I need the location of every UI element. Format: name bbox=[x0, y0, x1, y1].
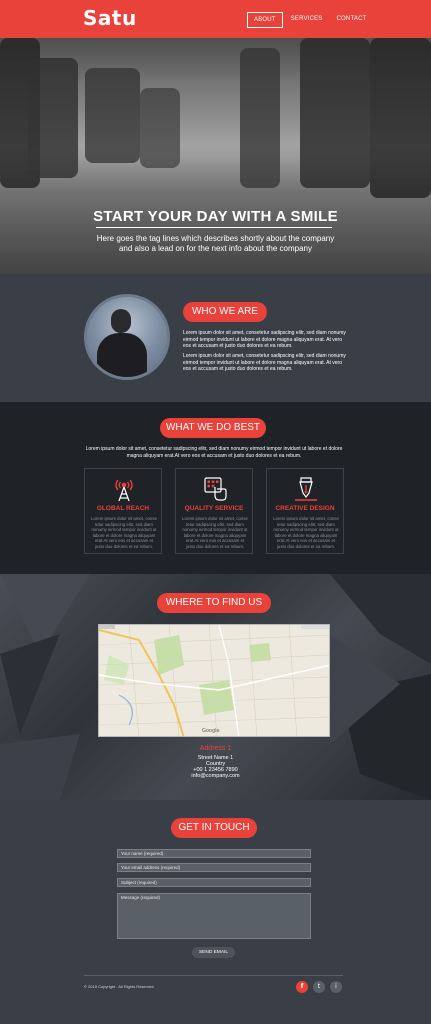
map-attribution: Google bbox=[202, 728, 220, 734]
card-text: Lorem ipsum dolor sit amet, conse tetur … bbox=[91, 516, 157, 549]
instagram-icon[interactable]: i bbox=[330, 981, 342, 993]
card-text: Lorem ipsum dolor sit amet, conse tetur … bbox=[182, 516, 248, 549]
address-title: Address 1 bbox=[199, 745, 232, 752]
send-email-button[interactable]: SEND EMAIL bbox=[192, 947, 235, 958]
what-we-do-description: Lorem ipsum dolor sit amet, consetetur s… bbox=[85, 446, 343, 459]
service-card-creative-design: CREATIVE DESIGN Lorem ipsum dolor sit am… bbox=[266, 468, 344, 554]
location-map[interactable]: Google bbox=[98, 624, 330, 737]
footer-divider bbox=[84, 975, 343, 976]
hero-banner: START YOUR DAY WITH A SMILE Here goes th… bbox=[0, 38, 431, 274]
nav-contact[interactable]: CONTACT bbox=[331, 12, 373, 28]
avatar bbox=[84, 294, 170, 380]
site-logo[interactable]: Satu bbox=[83, 6, 137, 30]
hero-divider bbox=[96, 227, 332, 228]
hero-tagline: Here goes the tag lines which describes … bbox=[96, 234, 335, 253]
hero-title: START YOUR DAY WITH A SMILE bbox=[93, 208, 338, 225]
card-title: QUALITY SERVICE bbox=[184, 505, 244, 512]
subject-field[interactable]: Subject (required) bbox=[117, 878, 311, 887]
touch-keypad-icon bbox=[204, 477, 227, 501]
who-we-are-heading: WHO WE ARE bbox=[183, 302, 267, 322]
pen-nib-icon bbox=[295, 477, 317, 501]
name-field[interactable]: Your name (required) bbox=[117, 849, 311, 858]
where-to-find-us-heading: WHERE TO FIND US bbox=[157, 593, 271, 613]
site-header: Satu ABOUT SERVICES CONTACT bbox=[0, 0, 431, 38]
nav-about[interactable]: ABOUT bbox=[247, 12, 283, 28]
email-field[interactable]: Your email address (required) bbox=[117, 863, 311, 872]
copyright-text: © 2015 Copyright . All Rights Reserved. bbox=[84, 984, 155, 989]
antenna-icon bbox=[115, 479, 133, 502]
avatar-head bbox=[111, 309, 131, 333]
card-title: CREATIVE DESIGN bbox=[275, 505, 335, 512]
facebook-icon[interactable]: f bbox=[296, 981, 308, 993]
service-card-quality-service: QUALITY SERVICE Lorem ipsum dolor sit am… bbox=[175, 468, 253, 554]
nav-services[interactable]: SERVICES bbox=[285, 12, 329, 28]
address-email[interactable]: info@company.com bbox=[0, 773, 431, 779]
service-card-global-reach: GLOBAL REACH Lorem ipsum dolor sit amet,… bbox=[84, 468, 162, 554]
twitter-icon[interactable]: t bbox=[313, 981, 325, 993]
who-we-are-section: WHO WE ARE Lorem ipsum dolor sit amet, c… bbox=[0, 274, 431, 402]
main-nav: ABOUT SERVICES CONTACT bbox=[247, 12, 374, 28]
what-we-do-section: WHAT WE DO BEST Lorem ipsum dolor sit am… bbox=[0, 402, 431, 574]
message-field[interactable]: Message (required) bbox=[117, 893, 311, 939]
card-text: Lorem ipsum dolor sit amet, conse tetur … bbox=[273, 516, 339, 549]
who-paragraph-1: Lorem ipsum dolor sit amet, consetetur s… bbox=[183, 330, 346, 349]
card-title: GLOBAL REACH bbox=[96, 505, 150, 512]
what-we-do-heading: WHAT WE DO BEST bbox=[160, 418, 266, 438]
map-graphic bbox=[99, 625, 329, 736]
get-in-touch-heading: GET IN TOUCH bbox=[171, 818, 257, 838]
avatar-figure bbox=[97, 333, 147, 377]
get-in-touch-section: GET IN TOUCH Your name (required) Your e… bbox=[0, 800, 431, 1024]
who-paragraph-2: Lorem ipsum dolor sit amet, consetetur s… bbox=[183, 353, 346, 372]
where-to-find-us-section: WHERE TO FIND US Google Address 1 Street… bbox=[0, 574, 431, 800]
